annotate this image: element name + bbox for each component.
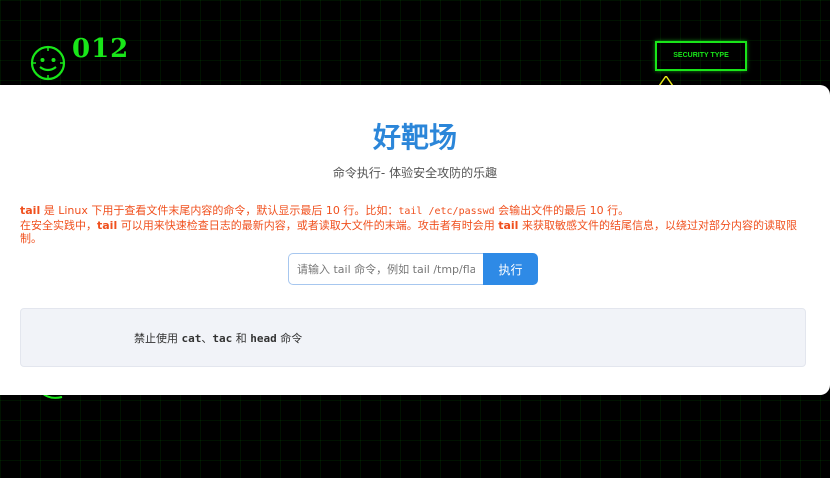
counter-display: 012 [72, 34, 130, 64]
command-description: tail 是 Linux 下用于查看文件末尾内容的命令，默认显示最后 10 行。… [20, 204, 806, 246]
security-type-badge: SECURITY TYPE [655, 41, 747, 71]
command-input[interactable] [288, 253, 483, 285]
page-title: 好靶场 [372, 121, 457, 154]
description-text: 会输出文件的最后 10 行。 [494, 204, 630, 217]
execute-button[interactable]: 执行 [483, 253, 538, 285]
result-text: 、 [201, 332, 213, 345]
result-message: 禁止使用 cat、tac 和 head 命令 [134, 332, 302, 346]
cmd-keyword: tail [498, 218, 519, 232]
cmd-keyword: tail [97, 218, 118, 232]
banned-command: head [250, 332, 277, 345]
description-text: 是 Linux 下用于查看文件末尾内容的命令，默认显示最后 10 行。比如： [40, 204, 399, 217]
smiley-face-icon [30, 45, 66, 81]
command-form: 执行 [288, 253, 538, 285]
result-text: 命令 [276, 332, 303, 345]
result-panel: 禁止使用 cat、tac 和 head 命令 [20, 308, 806, 367]
description-line-2: 在安全实践中，tail 可以用来快速检查日志的最新内容，或者读取大文件的末端。攻… [20, 219, 806, 246]
description-line-1: tail 是 Linux 下用于查看文件末尾内容的命令，默认显示最后 10 行。… [20, 204, 806, 219]
result-text: 禁止使用 [134, 332, 182, 345]
description-text: 可以用来快速检查日志的最新内容，或者读取大文件的末端。攻击者有时会用 [117, 218, 499, 232]
result-text: 和 [232, 332, 251, 345]
page-subtitle: 命令执行- 体验安全攻防的乐趣 [332, 166, 498, 180]
cmd-keyword: tail [20, 204, 41, 217]
banned-command: tac [212, 332, 233, 345]
description-text: 在安全实践中， [20, 218, 97, 232]
main-card: 好靶场 命令执行- 体验安全攻防的乐趣 tail 是 Linux 下用于查看文件… [0, 85, 830, 395]
example-command: tail /etc/passwd [398, 206, 495, 217]
banned-command: cat [181, 332, 202, 345]
